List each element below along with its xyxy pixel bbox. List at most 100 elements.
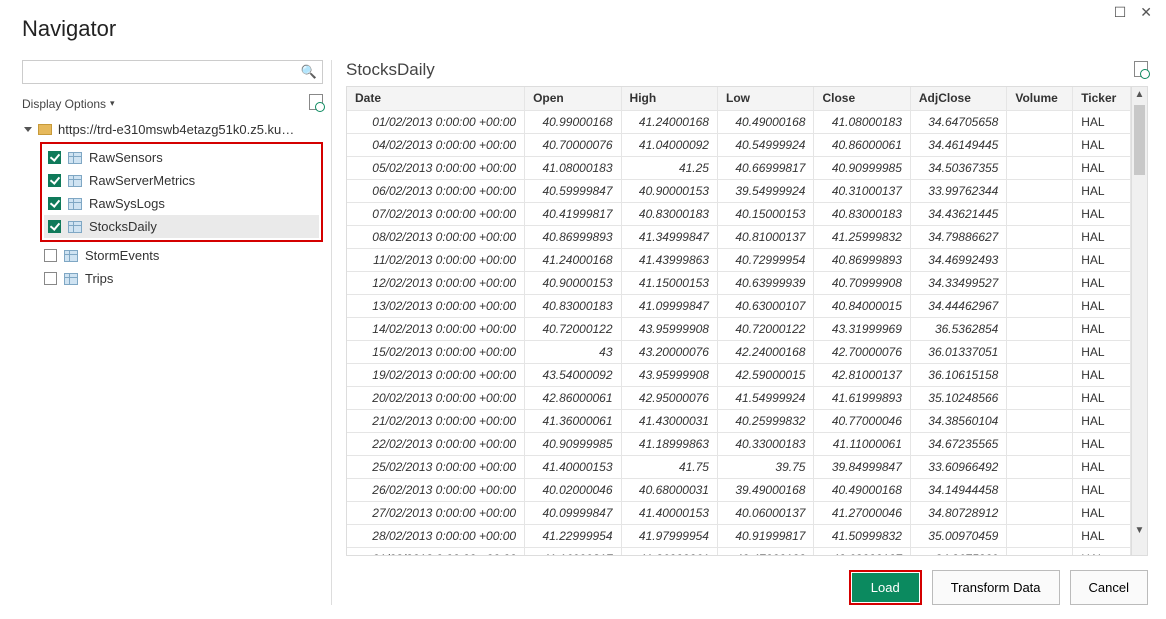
checkbox[interactable] (44, 249, 57, 262)
table-row[interactable]: 28/02/2013 0:00:00 +00:0041.2299995441.9… (347, 524, 1131, 547)
folder-icon (38, 124, 52, 135)
tree-item-trips[interactable]: Trips (40, 267, 323, 290)
cell: 42.24000168 (717, 340, 813, 363)
cell: 36.5362854 (910, 317, 1006, 340)
cell: 40.31000137 (814, 179, 910, 202)
cell (1007, 202, 1073, 225)
table-row[interactable]: 05/02/2013 0:00:00 +00:0041.0800018341.2… (347, 156, 1131, 179)
column-header[interactable]: Close (814, 87, 910, 110)
cell: 40.90000153 (621, 179, 717, 202)
cell: 33.60966492 (910, 455, 1006, 478)
table-row[interactable]: 01/03/2013 0:00:00 +00:0041.1699981741.3… (347, 547, 1131, 555)
tree-item-stocksdaily[interactable]: StocksDaily (44, 215, 319, 238)
cell: 40.49000168 (717, 110, 813, 133)
cell: 41.04000092 (621, 133, 717, 156)
table-row[interactable]: 07/02/2013 0:00:00 +00:0040.4199981740.8… (347, 202, 1131, 225)
column-header[interactable]: Open (525, 87, 621, 110)
cell: 40.70999908 (814, 271, 910, 294)
scroll-down-icon[interactable]: ▼ (1132, 523, 1147, 539)
cell: HAL (1073, 455, 1131, 478)
checkbox[interactable] (48, 151, 61, 164)
checkbox[interactable] (48, 220, 61, 233)
search-icon[interactable]: 🔍 (301, 64, 317, 80)
table-row[interactable]: 08/02/2013 0:00:00 +00:0040.8699989341.3… (347, 225, 1131, 248)
cell: 01/02/2013 0:00:00 +00:00 (347, 110, 525, 133)
cell: 41.16999817 (525, 547, 621, 555)
cell: 41.11000061 (814, 432, 910, 455)
add-column-icon[interactable]: + (1134, 61, 1148, 80)
tree-item-label: RawSysLogs (89, 196, 165, 211)
column-header[interactable]: High (621, 87, 717, 110)
scroll-up-icon[interactable]: ▲ (1132, 87, 1147, 103)
cell: 43.31999969 (814, 317, 910, 340)
table-row[interactable]: 11/02/2013 0:00:00 +00:0041.2400016841.4… (347, 248, 1131, 271)
cell (1007, 248, 1073, 271)
column-header[interactable]: Ticker (1073, 87, 1131, 110)
cell: 07/02/2013 0:00:00 +00:00 (347, 202, 525, 225)
table-row[interactable]: 27/02/2013 0:00:00 +00:0040.0999984741.4… (347, 501, 1131, 524)
table-row[interactable]: 01/02/2013 0:00:00 +00:0040.9900016841.2… (347, 110, 1131, 133)
column-header[interactable]: Low (717, 87, 813, 110)
cell: 34.44462967 (910, 294, 1006, 317)
table-row[interactable]: 25/02/2013 0:00:00 +00:0041.4000015341.7… (347, 455, 1131, 478)
table-row[interactable]: 04/02/2013 0:00:00 +00:0040.7000007641.0… (347, 133, 1131, 156)
checkbox[interactable] (48, 174, 61, 187)
cell: 13/02/2013 0:00:00 +00:00 (347, 294, 525, 317)
cancel-button[interactable]: Cancel (1070, 570, 1148, 605)
tree-item-rawservermetrics[interactable]: RawServerMetrics (44, 169, 319, 192)
cell: 41.08000183 (525, 156, 621, 179)
cell: 41.24000168 (525, 248, 621, 271)
tree-item-rawsensors[interactable]: RawSensors (44, 146, 319, 169)
tree-item-stormevents[interactable]: StormEvents (40, 244, 323, 267)
search-input[interactable] (22, 60, 323, 84)
cell: 41.36000061 (525, 409, 621, 432)
table-row[interactable]: 13/02/2013 0:00:00 +00:0040.8300018341.0… (347, 294, 1131, 317)
table-row[interactable]: 19/02/2013 0:00:00 +00:0043.5400009243.9… (347, 363, 1131, 386)
cell: 41.61999893 (814, 386, 910, 409)
cell (1007, 133, 1073, 156)
cell: HAL (1073, 501, 1131, 524)
table-row[interactable]: 14/02/2013 0:00:00 +00:0040.7200012243.9… (347, 317, 1131, 340)
cell: 04/02/2013 0:00:00 +00:00 (347, 133, 525, 156)
cell: HAL (1073, 524, 1131, 547)
vertical-scrollbar[interactable]: ▲ ▼ (1131, 87, 1147, 555)
cell: 43.54000092 (525, 363, 621, 386)
table-row[interactable]: 12/02/2013 0:00:00 +00:0040.9000015341.1… (347, 271, 1131, 294)
table-icon (68, 152, 82, 164)
column-header[interactable]: AdjClose (910, 87, 1006, 110)
cell: 41.43999863 (621, 248, 717, 271)
maximize-icon[interactable]: ☐ (1114, 4, 1127, 21)
refresh-icon[interactable]: ↻ (309, 94, 323, 113)
cell: 40.59999847 (525, 179, 621, 202)
cell: 27/02/2013 0:00:00 +00:00 (347, 501, 525, 524)
table-row[interactable]: 22/02/2013 0:00:00 +00:0040.9099998541.1… (347, 432, 1131, 455)
table-row[interactable]: 20/02/2013 0:00:00 +00:0042.8600006142.9… (347, 386, 1131, 409)
cell: 40.84000015 (814, 294, 910, 317)
cell: 40.63000107 (717, 294, 813, 317)
table-row[interactable]: 26/02/2013 0:00:00 +00:0040.0200004640.6… (347, 478, 1131, 501)
table-row[interactable]: 21/02/2013 0:00:00 +00:0041.3600006141.4… (347, 409, 1131, 432)
cell: 01/03/2013 0:00:00 +00:00 (347, 547, 525, 555)
cell: 41.08000183 (814, 110, 910, 133)
column-header[interactable]: Date (347, 87, 525, 110)
cell: 40.66999817 (717, 156, 813, 179)
column-header[interactable]: Volume (1007, 87, 1073, 110)
cell: 40.54999924 (717, 133, 813, 156)
table-row[interactable]: 06/02/2013 0:00:00 +00:0040.5999984740.9… (347, 179, 1131, 202)
page-title: Navigator (22, 16, 1148, 42)
checkbox[interactable] (48, 197, 61, 210)
cell: 42.86000061 (525, 386, 621, 409)
tree-root[interactable]: https://trd-e310mswb4etazg51k0.z5.kusto.… (22, 119, 323, 140)
transform-data-button[interactable]: Transform Data (932, 570, 1060, 605)
checkbox[interactable] (44, 272, 57, 285)
cell (1007, 179, 1073, 202)
tree-item-rawsyslogs[interactable]: RawSysLogs (44, 192, 319, 215)
cell: 40.49000168 (814, 478, 910, 501)
cell: HAL (1073, 202, 1131, 225)
close-icon[interactable]: ✕ (1140, 4, 1152, 21)
load-button[interactable]: Load (852, 573, 919, 602)
cell: 40.06000137 (717, 501, 813, 524)
cell: 41.40000153 (621, 501, 717, 524)
table-row[interactable]: 15/02/2013 0:00:00 +00:004343.2000007642… (347, 340, 1131, 363)
display-options-dropdown[interactable]: Display Options ▾ (22, 97, 115, 111)
